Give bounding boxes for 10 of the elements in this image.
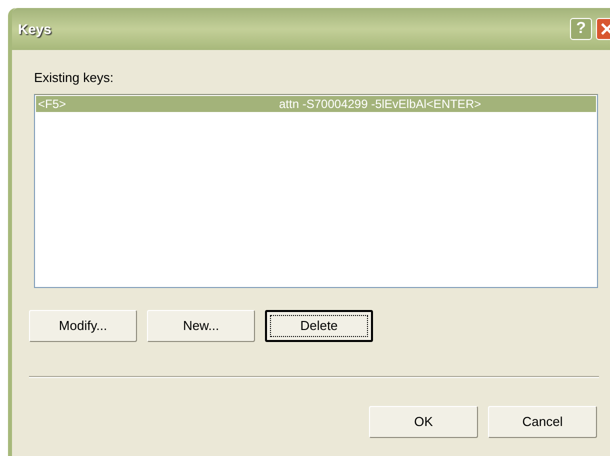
action-button[interactable]: Modify... <box>29 310 137 342</box>
value-cell-text: attn -S70004299 -5lEvElbAl<ENTER> <box>279 96 482 112</box>
close-icon <box>600 22 610 36</box>
dialog-button[interactable]: Cancel <box>488 406 597 438</box>
dialog-button[interactable]: OK <box>369 406 478 438</box>
action-button[interactable]: Delete <box>265 310 373 342</box>
window-title: Keys <box>18 20 52 39</box>
key-cell-text: <F5> <box>37 96 68 112</box>
list-label: Existing keys: <box>34 69 114 87</box>
action-button[interactable]: New... <box>147 310 255 342</box>
